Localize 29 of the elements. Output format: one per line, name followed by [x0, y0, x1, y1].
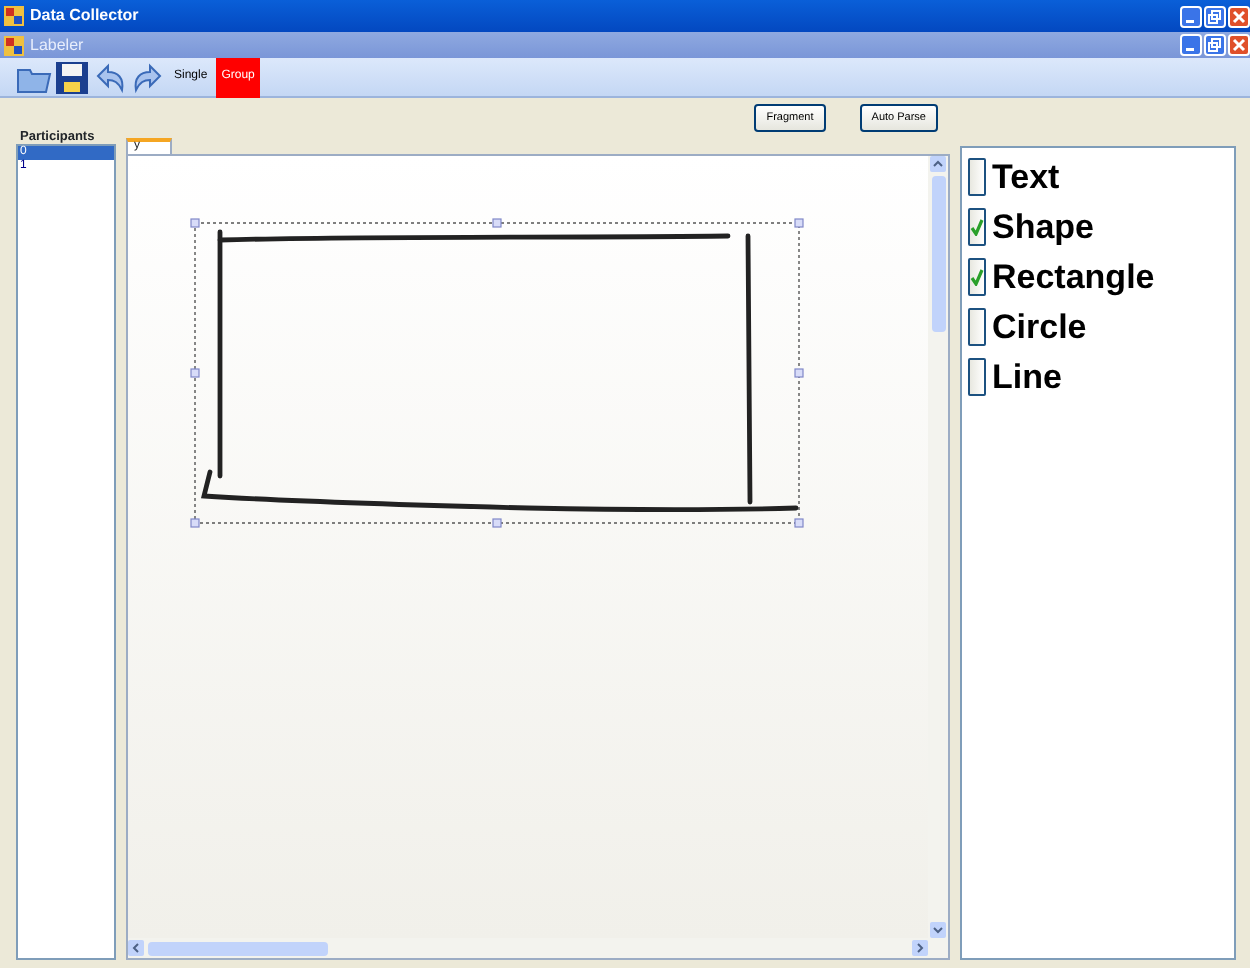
undo-icon[interactable] [92, 59, 128, 95]
scroll-right-icon[interactable] [912, 940, 928, 956]
window-title: Labeler [30, 33, 84, 57]
restore-icon[interactable] [1204, 5, 1226, 27]
scroll-left-icon[interactable] [128, 940, 144, 956]
checkbox[interactable] [968, 158, 986, 196]
label-text: Circle [992, 305, 1087, 350]
horizontal-scrollbar[interactable] [128, 938, 948, 958]
window-title: Data Collector [30, 4, 139, 28]
app-icon [4, 35, 24, 55]
label-text: Rectangle [992, 255, 1155, 300]
minimize-icon[interactable] [1180, 34, 1202, 56]
checkbox[interactable] [968, 208, 986, 246]
restore-icon[interactable] [1204, 34, 1226, 56]
redo-icon[interactable] [130, 59, 166, 95]
scroll-down-icon[interactable] [930, 922, 946, 938]
checkbox[interactable] [968, 358, 986, 396]
label-text: Line [992, 355, 1062, 400]
close-icon[interactable] [1228, 5, 1250, 27]
app-icon [4, 6, 24, 26]
minimize-icon[interactable] [1180, 5, 1202, 27]
vertical-scrollbar[interactable] [928, 156, 948, 938]
checkbox[interactable] [968, 258, 986, 296]
label-text: Shape [992, 205, 1095, 250]
close-icon[interactable] [1228, 34, 1250, 56]
label-text: Text [992, 155, 1060, 200]
save-icon[interactable] [54, 59, 90, 95]
checkbox[interactable] [968, 308, 986, 346]
scroll-up-icon[interactable] [930, 156, 946, 172]
